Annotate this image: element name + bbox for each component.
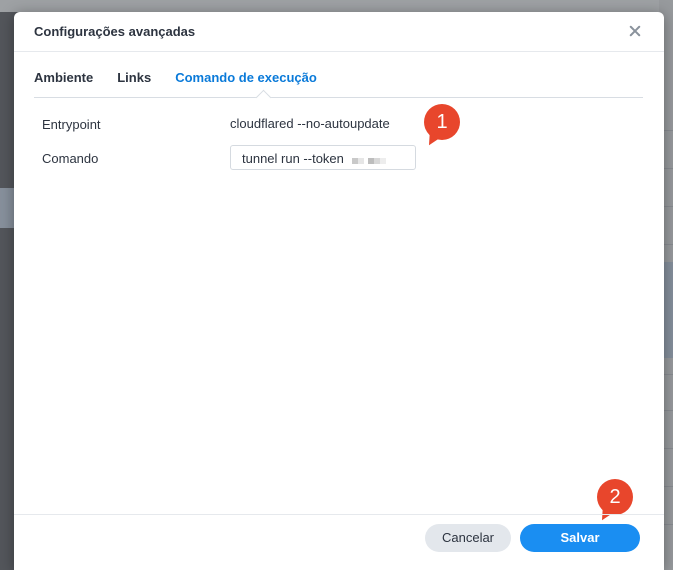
footer-divider: [14, 514, 664, 515]
tab-comando-de-execucao[interactable]: Comando de execução: [175, 70, 317, 94]
command-label: Comando: [42, 151, 99, 166]
tab-ambiente[interactable]: Ambiente: [34, 70, 93, 94]
entrypoint-value: cloudflared --no-autoupdate: [230, 116, 390, 131]
close-icon[interactable]: [626, 22, 644, 40]
obscured-token: [351, 152, 386, 167]
title-divider: [14, 51, 664, 52]
advanced-settings-dialog: Configurações avançadas Ambiente Links C…: [14, 12, 664, 570]
tab-bar: Ambiente Links Comando de execução: [34, 70, 341, 94]
cancel-button[interactable]: Cancelar: [425, 524, 511, 552]
tabs-divider: [34, 97, 643, 98]
annotation-badge-2: 2: [597, 479, 633, 515]
annotation-badge-1: 1: [424, 104, 460, 140]
command-value: tunnel run --token: [242, 151, 344, 166]
tab-links[interactable]: Links: [117, 70, 151, 94]
command-field[interactable]: tunnel run --token: [230, 145, 416, 170]
entrypoint-label: Entrypoint: [42, 117, 101, 132]
save-button[interactable]: Salvar: [520, 524, 640, 552]
dialog-title: Configurações avançadas: [34, 24, 196, 39]
